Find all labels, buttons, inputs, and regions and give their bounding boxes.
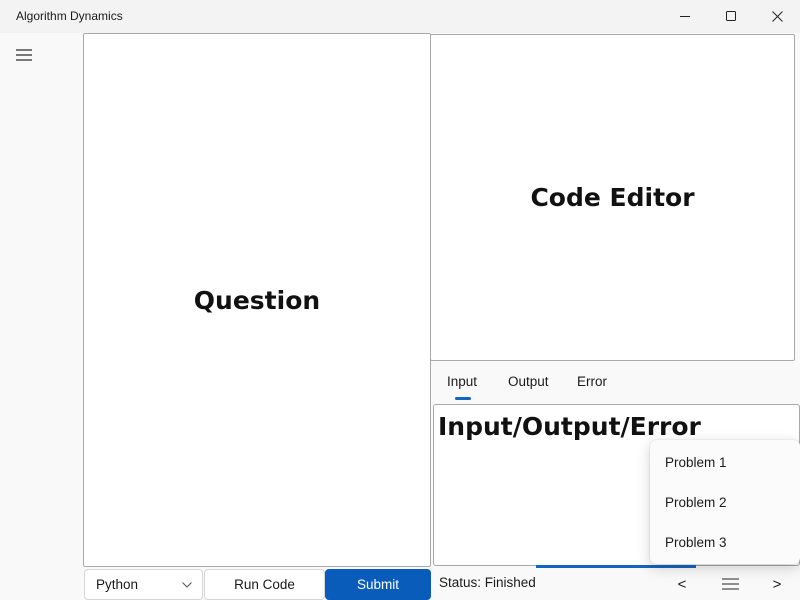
progress-bar — [536, 565, 696, 568]
submit-label: Submit — [356, 577, 400, 592]
status-text: Status: Finished — [439, 575, 536, 590]
run-code-button[interactable]: Run Code — [204, 569, 325, 600]
code-editor-label: Code Editor — [530, 183, 695, 212]
code-editor-panel[interactable]: Code Editor — [430, 34, 795, 361]
close-icon — [771, 10, 783, 22]
prev-label: < — [677, 575, 687, 593]
problem-flyout-menu: Problem 1 Problem 2 Problem 3 — [650, 440, 800, 564]
next-problem-button[interactable]: > — [762, 572, 792, 596]
language-select[interactable]: Python — [84, 569, 203, 600]
question-label: Question — [193, 285, 321, 315]
language-value: Python — [96, 577, 139, 592]
submit-button[interactable]: Submit — [325, 569, 431, 600]
window-title: Algorithm Dynamics — [16, 9, 123, 23]
tab-selection-indicator — [455, 397, 471, 400]
tab-error[interactable]: Error — [577, 374, 607, 389]
prev-problem-button[interactable]: < — [667, 572, 697, 596]
problem-list-button[interactable] — [715, 572, 745, 596]
menu-item-problem-1[interactable]: Problem 1 — [650, 442, 800, 482]
nav-menu-button[interactable] — [10, 42, 38, 68]
maximize-icon — [726, 11, 736, 21]
title-bar: Algorithm Dynamics — [0, 0, 800, 33]
menu-item-problem-3[interactable]: Problem 3 — [650, 522, 800, 562]
run-code-label: Run Code — [234, 577, 295, 592]
maximize-button[interactable] — [708, 0, 754, 32]
question-panel: Question — [83, 33, 431, 567]
tab-output[interactable]: Output — [508, 374, 549, 389]
tab-input[interactable]: Input — [447, 374, 477, 389]
close-button[interactable] — [754, 0, 800, 32]
chevron-down-icon — [182, 581, 192, 588]
io-label: Input/Output/Error — [438, 412, 701, 441]
list-icon — [721, 578, 739, 590]
minimize-button[interactable] — [662, 0, 708, 32]
menu-item-problem-2[interactable]: Problem 2 — [650, 482, 800, 522]
next-label: > — [772, 575, 782, 593]
minimize-icon — [680, 16, 690, 17]
hamburger-menu-icon — [16, 49, 32, 61]
